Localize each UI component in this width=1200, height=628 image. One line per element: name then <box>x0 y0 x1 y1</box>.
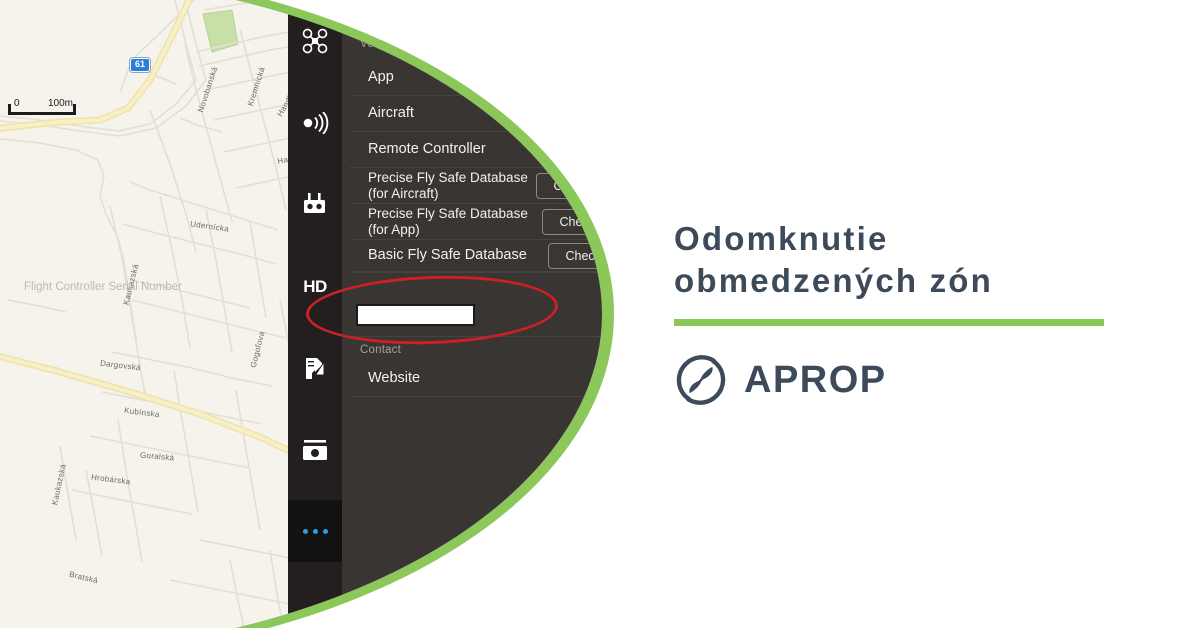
row-remote-controller[interactable]: Remote Controller <box>350 132 602 168</box>
page-title-line1: Odomknutie <box>674 220 889 257</box>
remote-controller-icon <box>304 193 325 213</box>
rail-item-flight-record[interactable] <box>288 338 342 400</box>
brand-name: APROP <box>744 359 887 401</box>
serial-number-label: Flight Controller Serial Number <box>24 281 182 293</box>
app-screenshot-panel: 0 100m 61 NovobanskáKremnickáHandlovskáP… <box>0 0 614 628</box>
drone-icon <box>302 28 328 54</box>
section-header-version: Version <box>360 38 400 50</box>
row-label-website: Website <box>368 370 421 387</box>
row-precise-db-app[interactable]: Precise Fly Safe Database (for App) Chec… <box>350 204 602 240</box>
screenshot-clip-mask: 0 100m 61 NovobanskáKremnickáHandlovskáP… <box>0 0 602 628</box>
rail-item-camera[interactable] <box>288 420 342 482</box>
rail-item-more[interactable] <box>288 500 342 562</box>
row-label-precise-db-aircraft: Precise Fly Safe Database (for Aircraft) <box>368 169 528 201</box>
page-title-line2: obmedzených zón <box>674 262 994 300</box>
divider-serial-top <box>350 272 602 273</box>
row-label-basic-db: Basic Fly Safe Database <box>368 246 527 263</box>
promo-banner: 0 100m 61 NovobanskáKremnickáHandlovskáP… <box>0 0 1200 628</box>
rail-item-transmission[interactable] <box>288 92 342 154</box>
more-dots-icon <box>302 528 328 534</box>
check-updates-button-basic-db[interactable]: Check for Updates <box>548 242 602 269</box>
page-title: Odomknutie obmedzených zón <box>674 218 1174 302</box>
rail-item-remote-controller[interactable] <box>288 174 342 236</box>
scale-zero-label: 0 <box>14 98 20 109</box>
row-label-remote-controller: Remote Controller <box>368 140 486 157</box>
row-precise-db-aircraft[interactable]: Precise Fly Safe Database (for Aircraft)… <box>350 168 602 204</box>
title-underline-rule <box>674 319 1104 326</box>
row-label-app: App <box>368 68 394 85</box>
chevron-left-icon[interactable] <box>354 8 374 28</box>
row-basic-db[interactable]: Basic Fly Safe Database Check for Update… <box>350 240 602 272</box>
divider-website-bottom <box>350 396 602 397</box>
camera-icon <box>303 440 327 460</box>
brand-lockup: APROP <box>674 353 887 407</box>
flight-record-icon <box>306 358 325 379</box>
hd-text-icon: HD <box>303 277 327 296</box>
scale-distance-label: 100m <box>48 98 74 109</box>
rail-item-drone[interactable] <box>288 10 342 72</box>
propeller-circle-logo-icon <box>676 355 726 405</box>
row-website[interactable]: Website <box>350 362 602 396</box>
check-updates-button-aircraft-db[interactable]: Check for Updates <box>536 172 602 199</box>
road-shield-61: 61 <box>130 58 151 72</box>
row-label-aircraft: Aircraft <box>368 104 414 121</box>
section-header-contact: Contact <box>360 344 402 356</box>
map-scale-bar: 0 100m <box>8 95 82 117</box>
signal-transmission-icon <box>303 112 329 134</box>
row-label-precise-db-app: Precise Fly Safe Database (for App) <box>368 205 528 237</box>
row-app[interactable]: App <box>350 60 602 96</box>
row-aircraft[interactable]: Aircraft <box>350 96 602 132</box>
check-updates-button-app-db[interactable]: Check for Updates <box>542 208 602 235</box>
